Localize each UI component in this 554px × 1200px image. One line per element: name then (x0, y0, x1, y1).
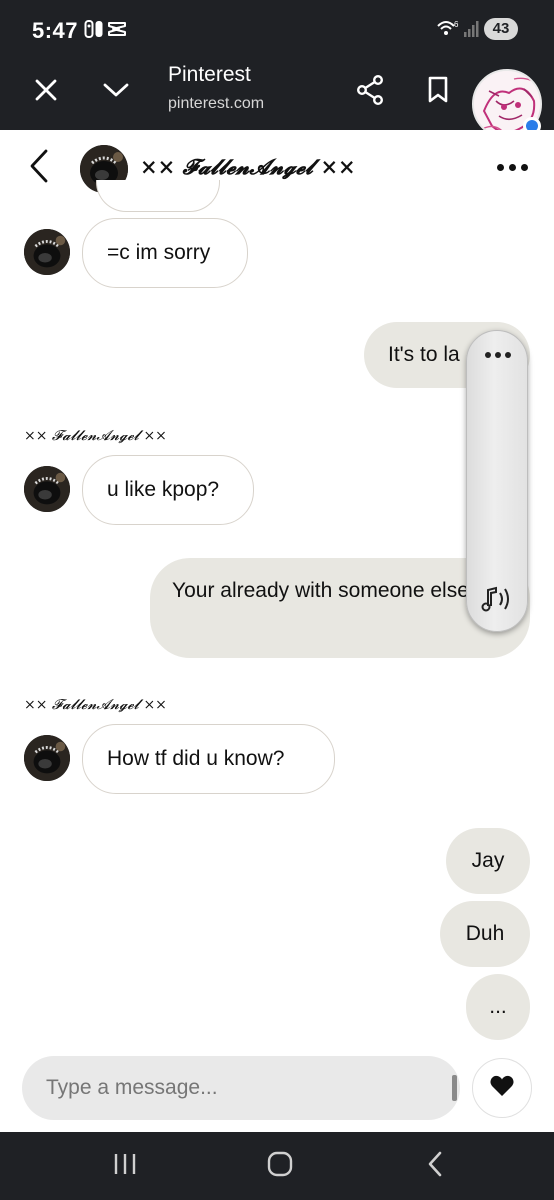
status-bar: 5:47 6 43 (0, 0, 554, 58)
share-icon (356, 74, 384, 110)
wifi-6-icon: 6 (436, 19, 460, 44)
close-icon (34, 78, 58, 107)
contact-name[interactable]: ×× 𝓕𝓪𝓵𝓵𝓮𝓷𝓐𝓷𝓰𝓮𝓵 ×× (140, 154, 356, 180)
custom-tab-toolbar: Pinterest pinterest.com (0, 58, 554, 130)
like-button[interactable] (472, 1058, 532, 1118)
message-bubble-incoming[interactable]: How tf did u know? (82, 724, 335, 794)
chevron-left-icon (28, 148, 50, 189)
heart-icon (489, 1074, 515, 1103)
close-button[interactable] (24, 70, 68, 114)
sound-button[interactable] (477, 581, 517, 621)
sender-label: ×× 𝓕𝓪𝓵𝓵𝓮𝓷𝓐𝓷𝓰𝓮𝓵 ×× (24, 697, 167, 713)
sender-label: ×× 𝓕𝓪𝓵𝓵𝓮𝓷𝓐𝓷𝓰𝓮𝓵 ×× (24, 428, 167, 444)
floating-panel[interactable] (466, 330, 528, 632)
contact-avatar-small[interactable] (24, 466, 70, 512)
android-navigation-bar (0, 1132, 554, 1200)
back-button[interactable] (22, 148, 56, 188)
contact-avatar-small[interactable] (24, 229, 70, 275)
back-icon (426, 1151, 444, 1182)
message-bubble-outgoing[interactable]: Jay (446, 828, 530, 894)
recent-apps-icon (113, 1153, 137, 1180)
status-time: 5:47 (32, 18, 79, 43)
minimize-button[interactable] (94, 70, 138, 114)
contact-avatar-small[interactable] (24, 735, 70, 781)
message-bubble-outgoing[interactable]: Duh (440, 901, 530, 967)
message-composer (0, 1044, 554, 1132)
message-input[interactable] (22, 1056, 460, 1120)
home-button[interactable] (255, 1146, 305, 1186)
chevron-down-icon (102, 81, 130, 104)
partial-message-bubble (96, 180, 220, 212)
bookmark-button[interactable] (416, 70, 460, 114)
share-button[interactable] (348, 70, 392, 114)
site-url[interactable]: pinterest.com (168, 95, 264, 113)
capcut-icon (107, 19, 127, 44)
text-cursor (452, 1075, 457, 1101)
bookmark-icon (427, 76, 449, 109)
message-bubble-outgoing[interactable]: ... (466, 974, 530, 1040)
battery-icon: 43 (484, 18, 518, 40)
back-nav-button[interactable] (410, 1146, 460, 1186)
floating-panel-menu-button[interactable] (467, 345, 529, 365)
message-bubble-incoming[interactable]: =c im sorry (82, 218, 248, 288)
recent-apps-button[interactable] (100, 1146, 150, 1186)
chat-header: ×× 𝓕𝓪𝓵𝓵𝓮𝓷𝓐𝓷𝓰𝓮𝓵 ×× (0, 130, 554, 206)
message-bubble-incoming[interactable]: u like kpop? (82, 455, 254, 525)
home-icon (267, 1151, 293, 1182)
music-sound-icon (480, 584, 514, 619)
signal-icon (462, 19, 482, 44)
svg-text:6: 6 (454, 20, 459, 29)
site-title: Pinterest (168, 63, 251, 86)
nintendo-switch-icon (84, 19, 104, 44)
more-options-button[interactable] (490, 152, 534, 182)
